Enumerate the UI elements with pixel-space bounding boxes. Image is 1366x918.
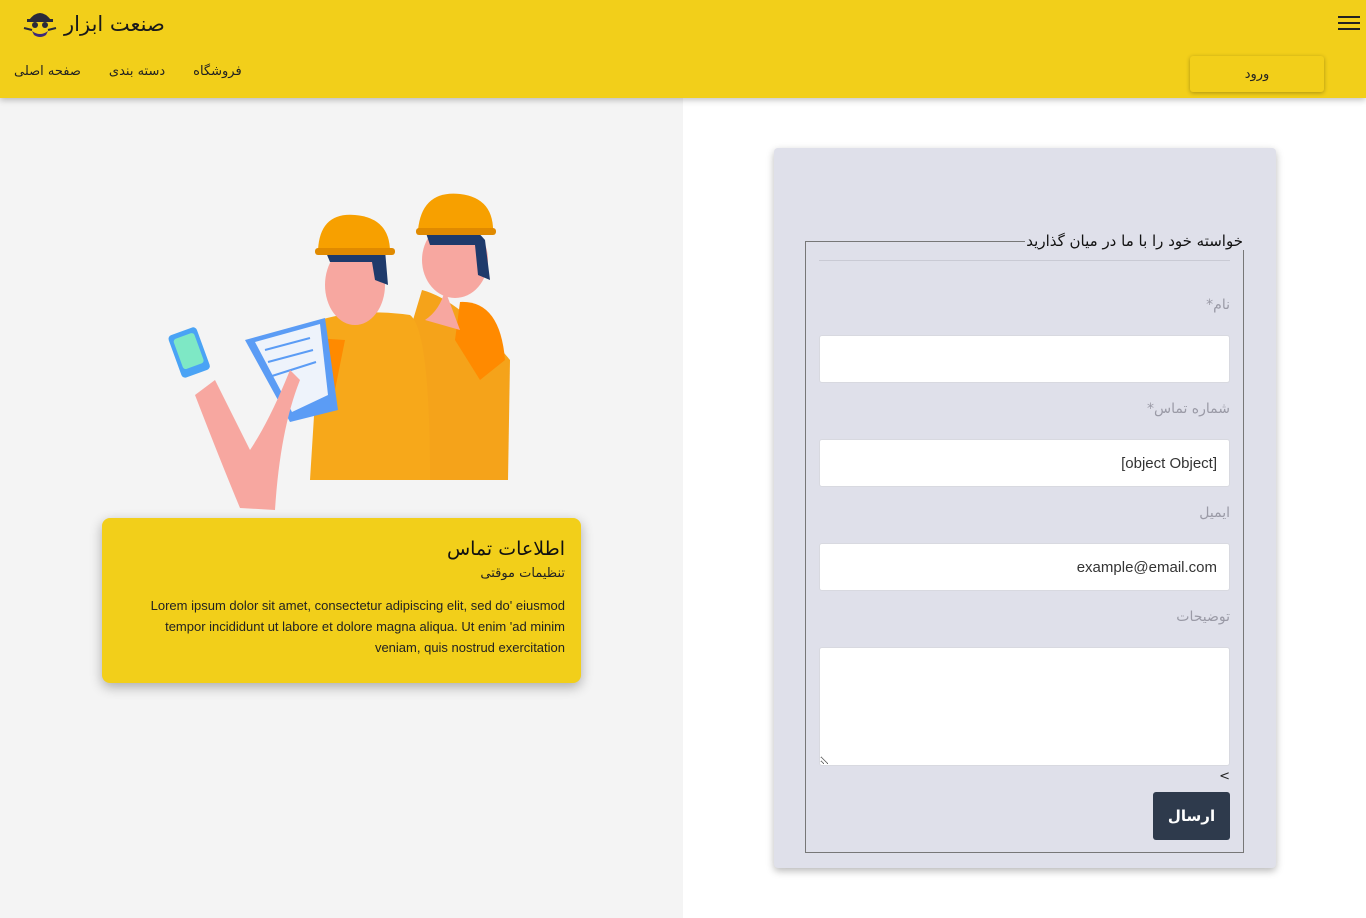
contact-body-text: Lorem ipsum dolor sit amet, consectetur …	[150, 598, 565, 655]
description-textarea[interactable]	[819, 647, 1230, 766]
legend-divider	[819, 260, 1230, 261]
textarea-char-mark: >	[1219, 769, 1230, 784]
main-nav: صفحه اصلی دسته بندی فروشگاه	[14, 64, 242, 79]
contact-subtitle: تنظیمات موقتی	[480, 566, 565, 581]
contact-info-panel: اطلاعات تماس تنظیمات موقتی Lorem ipsum d…	[0, 98, 683, 918]
form-legend: خواسته خود را با ما در میان گذارید	[1026, 232, 1243, 250]
top-header: صنعت ابزار صفحه اصلی دسته بندی فروشگاه و…	[0, 0, 1366, 98]
nav-home[interactable]: صفحه اصلی	[14, 64, 81, 79]
email-label: ایمیل	[1199, 505, 1230, 521]
brand-title: صنعت ابزار	[64, 12, 165, 36]
login-button[interactable]: ورود	[1190, 56, 1324, 92]
submit-button[interactable]: ارسال	[1153, 792, 1230, 840]
contact-info-card: اطلاعات تماس تنظیمات موقتی Lorem ipsum d…	[102, 518, 581, 683]
request-form-fieldset: خواسته خود را با ما در میان گذارید نام* …	[805, 232, 1244, 853]
request-form-card: خواسته خود را با ما در میان گذارید نام* …	[774, 148, 1276, 868]
email-field[interactable]	[819, 543, 1230, 591]
nav-categories[interactable]: دسته بندی	[109, 64, 165, 79]
name-field[interactable]	[819, 335, 1230, 383]
phone-field[interactable]	[819, 439, 1230, 487]
nav-shop[interactable]: فروشگاه	[193, 64, 242, 79]
name-label: نام*	[1206, 297, 1230, 313]
contact-title: اطلاعات تماس	[446, 538, 565, 560]
brand[interactable]: صنعت ابزار	[20, 4, 165, 44]
description-label: توضیحات	[1176, 609, 1230, 625]
workers-illustration	[168, 193, 510, 510]
hamburger-menu-icon[interactable]	[1338, 16, 1360, 34]
worker-helmet-logo-icon	[22, 6, 58, 42]
phone-label: شماره تماس*	[1147, 401, 1230, 417]
